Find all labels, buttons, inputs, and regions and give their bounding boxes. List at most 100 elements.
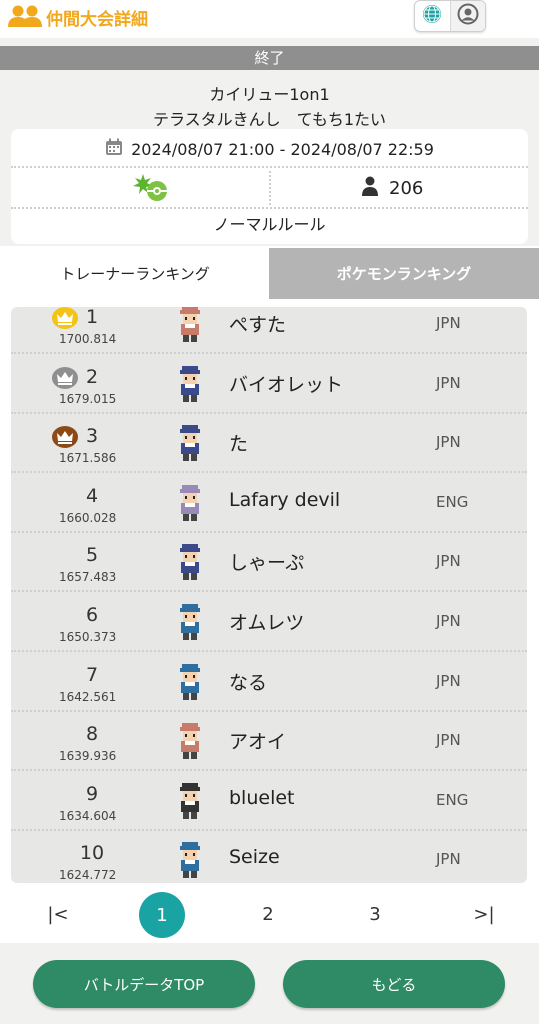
event-subtitle: テラスタルきんし てもち1たい: [152, 110, 387, 129]
trainer-name: bluelet: [229, 786, 295, 809]
row-divider: [11, 411, 527, 414]
rank-number: 7: [85, 663, 99, 686]
battle-data-top-button[interactable]: バトルデータTOP: [33, 960, 255, 1008]
rating-score: 1624.772: [59, 868, 117, 883]
rank-number: 6: [85, 604, 99, 626]
ranking-row[interactable]: 7 1642.561 なる JPN: [11, 654, 527, 712]
trainer-avatar: [173, 781, 207, 821]
account-icon: [457, 3, 479, 29]
crown-icon: [52, 307, 78, 329]
calendar-icon: [105, 138, 123, 160]
rating-score: 1642.561: [59, 689, 117, 704]
date-range: 2024/08/07 21:00 - 2024/08/07 22:59: [131, 139, 434, 159]
region-code: JPN: [436, 433, 461, 452]
row-divider: [11, 769, 527, 772]
trainer-avatar: [173, 364, 207, 404]
ranking-row[interactable]: 5 1657.483 しゃーぷ JPN: [11, 534, 527, 593]
row-divider: [11, 471, 527, 474]
ranking-row[interactable]: 6 1650.373 オムレツ JPN: [11, 594, 527, 652]
ranking-list[interactable]: 1 1700.814 ぺすた JPN 2 1679.015 バイオレット JPN 3 1671.5…: [11, 307, 527, 883]
first-page-button[interactable]: |<: [40, 892, 76, 936]
ranking-row[interactable]: 9 1634.604 bluelet ENG: [11, 773, 527, 831]
participant-count: 206: [361, 175, 423, 201]
date-row: 2024/08/07 21:00 - 2024/08/07 22:59: [11, 137, 528, 161]
row-divider: [11, 828, 527, 831]
tab-trainer-ranking[interactable]: トレーナーランキング: [0, 248, 270, 299]
event-name: カイリュー1on1: [209, 85, 330, 104]
ranking-row[interactable]: 1 1700.814 ぺすた JPN: [11, 307, 527, 354]
account-button[interactable]: [449, 1, 485, 31]
page-2-button[interactable]: 2: [253, 892, 283, 936]
ranking-row[interactable]: 3 1671.586 た JPN: [11, 415, 527, 474]
row-divider: [11, 650, 527, 652]
trainer-avatar: [173, 423, 207, 463]
region-code: JPN: [436, 850, 461, 869]
globe-icon: [422, 4, 442, 28]
ranking-row[interactable]: 2 1679.015 バイオレット JPN: [11, 356, 527, 414]
trainer-avatar: [173, 483, 207, 523]
row-divider: [11, 530, 527, 533]
trainer-avatar: [173, 542, 207, 582]
region-code: JPN: [436, 671, 461, 690]
region-code: JPN: [436, 552, 461, 571]
trainer-name: バイオレット: [229, 373, 344, 396]
rating-score: 1700.814: [59, 332, 117, 346]
trainer-name: Seize: [229, 846, 280, 869]
rank-number: 3: [85, 425, 99, 448]
app-header: 仲間大会詳細: [0, 0, 539, 38]
trainer-name: ぺすた: [229, 314, 287, 336]
last-page-button[interactable]: >|: [466, 892, 502, 936]
trainer-name: しゃーぷ: [229, 552, 305, 575]
rank-number: 1: [85, 307, 99, 328]
participant-count-value: 206: [389, 177, 424, 199]
crown-icon: [52, 426, 78, 449]
rule-label: ノーマルルール: [213, 215, 326, 234]
region-code: JPN: [436, 373, 461, 392]
footer: バトルデータTOP もどる: [0, 943, 539, 1024]
trainer-name: た: [229, 433, 249, 456]
region-code: ENG: [436, 492, 469, 511]
rank-number: 4: [85, 484, 99, 507]
row-divider: [11, 590, 527, 593]
trainer-avatar: [173, 662, 207, 702]
rating-score: 1634.604: [59, 808, 117, 823]
page-1-button[interactable]: 1: [139, 892, 185, 938]
back-button[interactable]: もどる: [283, 960, 505, 1008]
page-3-button[interactable]: 3: [360, 892, 390, 936]
trainer-name: オムレツ: [229, 612, 305, 634]
rank-number: 2: [85, 365, 99, 388]
row-divider: [11, 352, 527, 354]
trainer-name: Lafary devil: [229, 488, 341, 511]
region-code: JPN: [436, 612, 461, 630]
crown-icon: [52, 366, 78, 389]
rank-number: 10: [79, 842, 105, 865]
page-title: 仲間大会詳細: [46, 10, 148, 30]
people-icon: [7, 4, 43, 28]
ranking-row[interactable]: 8 1639.936 アオイ JPN: [11, 713, 527, 772]
region-code: JPN: [436, 731, 461, 750]
rating-score: 1660.028: [59, 510, 117, 525]
person-icon: [361, 176, 379, 201]
header-buttons: [414, 0, 486, 32]
ranking-row[interactable]: 4 1660.028 Lafary devil ENG: [11, 475, 527, 533]
trainer-avatar: [173, 721, 207, 761]
rank-number: 5: [85, 544, 99, 567]
trainer-avatar: [173, 840, 207, 880]
trainer-name: なる: [229, 671, 268, 694]
region-code: ENG: [436, 790, 469, 809]
rating-score: 1671.586: [59, 451, 117, 466]
language-button[interactable]: [415, 1, 450, 31]
trainer-avatar: [173, 307, 207, 344]
event-detail-card: 2024/08/07 21:00 - 2024/08/07 22:59 206: [11, 129, 528, 244]
battle-format-icon: [131, 173, 171, 203]
pagination: |< 1 2 3 >|: [0, 890, 539, 940]
event-info: 終了 カイリュー1on1 テラスタルきんし てもち1たい 2024/08/07 …: [0, 38, 539, 246]
rank-number: 9: [85, 782, 99, 805]
row-divider: [11, 709, 527, 712]
rating-score: 1639.936: [59, 749, 117, 764]
tab-pokemon-ranking[interactable]: ポケモンランキング: [269, 248, 539, 299]
rating-score: 1657.483: [59, 570, 117, 585]
trainer-avatar: [173, 602, 207, 642]
rating-score: 1679.015: [59, 391, 117, 406]
ranking-row[interactable]: 10 1624.772 Seize JPN: [11, 832, 527, 883]
